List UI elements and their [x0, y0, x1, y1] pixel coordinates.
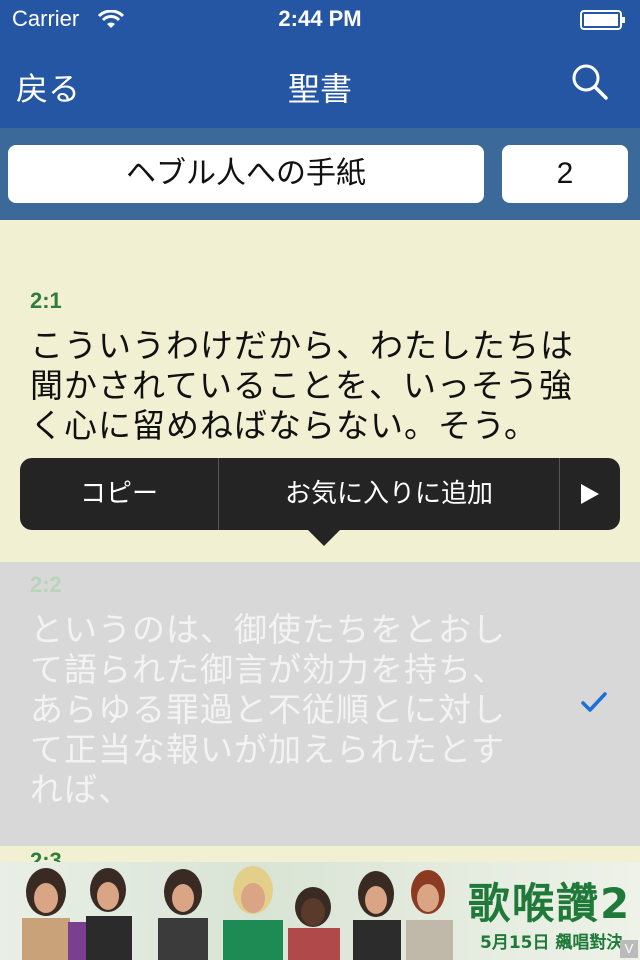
navigation-bar: 戻る 聖書	[0, 40, 640, 128]
context-menu: コピー お気に入りに追加	[20, 458, 620, 546]
copy-menu-item[interactable]: コピー	[20, 458, 219, 530]
status-bar: Carrier 2:44 PM	[0, 0, 640, 40]
page-title: 聖書	[287, 70, 352, 108]
verse-number: 2:2	[30, 572, 62, 597]
back-button[interactable]: 戻る	[16, 64, 80, 110]
verse-row-selected[interactable]: 2:2 というのは、御使たちをとおして語られた御言が効力を持ち、あらゆる罪過と不…	[0, 562, 640, 846]
menu-pointer	[308, 530, 340, 546]
verse-text: というのは、御使たちをとおして語られた御言が効力を持ち、あらゆる罪過と不従順とに…	[30, 610, 506, 809]
play-arrow-icon	[581, 484, 599, 504]
menu-next-button[interactable]	[560, 458, 620, 530]
ad-badge[interactable]: V	[620, 940, 638, 958]
checkmark-icon	[581, 692, 607, 712]
verse-number: 2:1	[30, 288, 62, 313]
book-chapter-selector: ヘブル人への手紙 2	[0, 128, 640, 220]
battery-icon	[580, 10, 625, 30]
ad-subtitle: 5月15日 飆唱對決	[480, 933, 624, 953]
search-icon[interactable]	[570, 62, 610, 102]
verse-row[interactable]: 2:3	[0, 846, 640, 873]
ad-banner[interactable]: 歌喉讚2 5月15日 飆唱對決 V	[0, 862, 640, 960]
chapter-select[interactable]: 2	[502, 145, 628, 203]
status-time: 2:44 PM	[278, 6, 362, 31]
ad-title: 歌喉讚2	[468, 879, 632, 928]
ad-image	[22, 866, 453, 960]
book-select[interactable]: ヘブル人への手紙	[8, 145, 484, 203]
verse-text: こういうわけだから、わたしたちは聞かされていることを、いっそう強く心に留めねばな…	[30, 326, 574, 445]
add-favorite-menu-item[interactable]: お気に入りに追加	[219, 458, 560, 530]
